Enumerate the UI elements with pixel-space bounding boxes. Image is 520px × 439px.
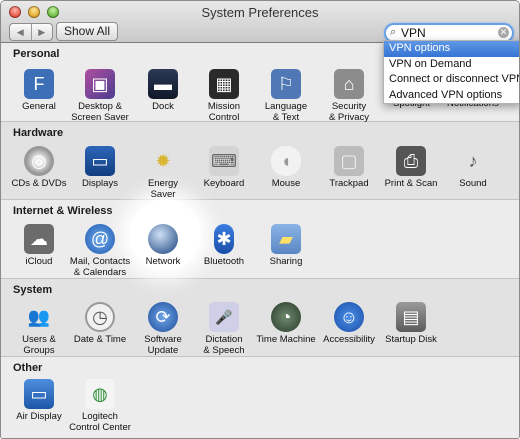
pane-accessibility[interactable]: ☺ Accessibility	[314, 302, 384, 345]
pane-displays[interactable]: ▭ Displays	[65, 146, 135, 189]
system-preferences-window: System Preferences ◀ ▶ Show All ⌕ ✕ Pers…	[0, 0, 520, 439]
cloud-icon: ☁	[24, 224, 54, 254]
printer-icon: ⎙	[396, 146, 426, 176]
pane-mission-control[interactable]: ▦ Mission Control	[189, 69, 259, 123]
air-display-icon: ▭	[24, 379, 54, 409]
pane-keyboard[interactable]: ⌨ Keyboard	[189, 146, 259, 189]
network-globe-icon: ●	[148, 224, 178, 254]
search-result-item[interactable]: VPN on Demand	[384, 57, 519, 73]
search-icon: ⌕	[390, 26, 397, 38]
sharing-folder-icon: ▰	[271, 224, 301, 254]
pane-users-groups[interactable]: 👥 Users & Groups	[4, 302, 74, 357]
section-title: Other	[13, 362, 43, 374]
show-all-button[interactable]: Show All	[56, 22, 118, 41]
toolbar: System Preferences ◀ ▶ Show All ⌕ ✕	[1, 1, 519, 43]
pane-print-scan[interactable]: ⎙ Print & Scan	[376, 146, 446, 189]
pane-sharing[interactable]: ▰ Sharing	[251, 224, 321, 267]
accessibility-icon: ☺	[334, 302, 364, 332]
pane-icloud[interactable]: ☁ iCloud	[4, 224, 74, 267]
language-icon: ⚐	[271, 69, 301, 99]
display-icon: ▭	[85, 146, 115, 176]
pane-dictation-speech[interactable]: 🎤 Dictation & Speech	[189, 302, 259, 356]
forward-arrow-icon: ▶	[38, 26, 46, 37]
update-icon: ⟳	[148, 302, 178, 332]
search-result-item[interactable]: Connect or disconnect VPN	[384, 72, 519, 88]
pane-air-display[interactable]: ▭ Air Display	[4, 379, 74, 422]
security-icon: ⌂	[334, 69, 364, 99]
forward-button[interactable]: ▶	[30, 24, 53, 40]
pane-language-text[interactable]: ⚐ Language & Text	[251, 69, 321, 123]
pane-logitech-control-center[interactable]: ◍ Logitech Control Center	[65, 379, 135, 433]
pane-cds-dvds[interactable]: ◎ CDs & DVDs	[4, 146, 74, 189]
mission-control-icon: ▦	[209, 69, 239, 99]
search-result-item[interactable]: VPN options	[384, 41, 519, 57]
search-results-menu: VPN options VPN on Demand Connect or dis…	[383, 40, 519, 104]
pane-network[interactable]: ● Network	[128, 224, 198, 267]
desktop-icon: ▣	[85, 69, 115, 99]
pane-startup-disk[interactable]: ▤ Startup Disk	[376, 302, 446, 345]
pane-trackpad[interactable]: ▢ Trackpad	[314, 146, 384, 189]
pane-energy-saver[interactable]: ✹ Energy Saver	[128, 146, 198, 201]
pane-bluetooth[interactable]: ✱ Bluetooth	[189, 224, 259, 267]
users-icon: 👥	[27, 306, 51, 327]
mouse-icon: ◖	[271, 146, 301, 176]
clear-search-icon[interactable]: ✕	[498, 27, 509, 38]
back-forward-group: ◀ ▶	[9, 23, 53, 41]
time-machine-icon: ◔	[271, 302, 301, 332]
clock-icon: ◷	[85, 302, 115, 332]
microphone-icon: 🎤	[209, 302, 239, 332]
pane-mouse[interactable]: ◖ Mouse	[251, 146, 321, 189]
bluetooth-icon: ✱	[214, 224, 234, 254]
trackpad-icon: ▢	[334, 146, 364, 176]
section-title: Hardware	[13, 127, 64, 139]
back-arrow-icon: ◀	[16, 26, 24, 37]
pane-dock[interactable]: ▬ Dock	[128, 69, 198, 112]
cd-icon: ◎	[24, 146, 54, 176]
pane-software-update[interactable]: ⟳ Software Update	[128, 302, 198, 356]
section-title: Personal	[13, 48, 60, 60]
pane-security-privacy[interactable]: ⌂ Security & Privacy	[314, 69, 384, 123]
bulb-icon: ✹	[155, 150, 171, 171]
pane-general[interactable]: F General	[4, 69, 74, 112]
search-input[interactable]	[401, 25, 491, 40]
dock-icon: ▬	[148, 69, 178, 99]
keyboard-icon: ⌨	[209, 146, 239, 176]
disk-icon: ▤	[396, 302, 426, 332]
window-title: System Preferences	[201, 5, 319, 20]
pane-time-machine[interactable]: ◔ Time Machine	[251, 302, 321, 345]
at-icon: @	[85, 224, 115, 254]
section-title: Internet & Wireless	[13, 205, 113, 217]
pane-sound[interactable]: ♪ Sound	[438, 146, 508, 190]
section-title: System	[13, 284, 53, 296]
search-result-item[interactable]: Advanced VPN options	[384, 88, 519, 104]
pane-mail-contacts-calendars[interactable]: @ Mail, Contacts & Calendars	[65, 224, 135, 278]
speaker-icon: ♪	[468, 150, 478, 171]
pane-date-time[interactable]: ◷ Date & Time	[65, 302, 135, 345]
pane-desktop-screen-saver[interactable]: ▣ Desktop & Screen Saver	[65, 69, 135, 123]
general-icon: F	[24, 69, 54, 99]
logitech-icon: ◍	[85, 379, 115, 409]
back-button[interactable]: ◀	[10, 24, 31, 40]
